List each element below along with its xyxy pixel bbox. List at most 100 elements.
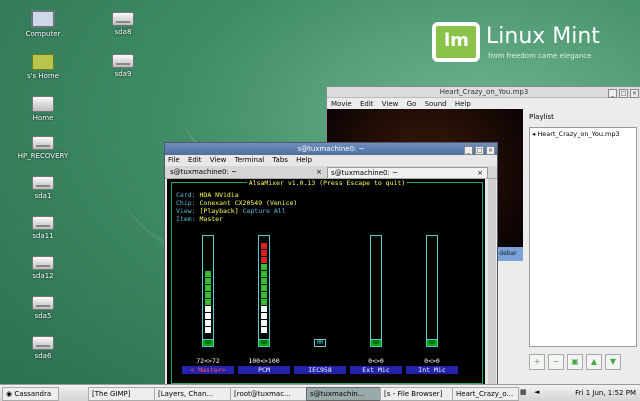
player-titlebar[interactable]: Heart_Crazy_on_You.mp3 _ □ ×	[327, 87, 640, 98]
taskbar-item-player[interactable]: Heart_Crazy_o...	[452, 387, 519, 401]
menu-edit[interactable]: Edit	[360, 100, 374, 108]
desktop-icon-sda8[interactable]: sda8	[88, 12, 158, 36]
drive-icon	[32, 136, 54, 150]
network-icon[interactable]: ▦	[520, 388, 527, 396]
menu-view[interactable]: View	[210, 156, 227, 164]
view-playback[interactable]: [Playback]	[200, 207, 239, 215]
volume-segment	[261, 250, 267, 256]
channel-name: IEC958	[294, 366, 346, 374]
desktop-icon-sda12[interactable]: sda12	[8, 256, 78, 280]
mute-indicator[interactable]: OO	[426, 339, 438, 347]
view-all[interactable]: All	[274, 207, 286, 215]
playlist-list[interactable]: ◂ Heart_Crazy_on_You.mp3	[529, 127, 637, 347]
start-label: Cassandra	[14, 390, 52, 398]
menu-view[interactable]: View	[382, 100, 399, 108]
volume-segment	[261, 271, 267, 277]
desktop-icon-label: s's Home	[26, 72, 60, 80]
volume-bar[interactable]	[370, 235, 382, 347]
save-icon[interactable]: ▣	[567, 354, 583, 370]
close-icon[interactable]: ×	[486, 146, 495, 155]
playlist-item[interactable]: ◂ Heart_Crazy_on_You.mp3	[530, 128, 636, 140]
menu-icon: ◉	[6, 390, 13, 398]
desktop-icon-label: sda1	[34, 192, 52, 200]
terminal-scrollbar[interactable]	[488, 179, 496, 385]
terminal-tab-active[interactable]: s@tuxmachine0: ~ ×	[327, 167, 488, 178]
mute-indicator[interactable]: OO	[258, 339, 270, 347]
terminal-tab[interactable]: s@tuxmachine0: ~ ×	[167, 167, 326, 177]
channel-name: Ext Mic	[350, 366, 402, 374]
terminal-window: s@tuxmachine0: ~ _ □ × File Edit View Term…	[164, 142, 498, 388]
desktop-icon-home-folder[interactable]: s's Home	[8, 54, 78, 80]
volume-bar[interactable]	[258, 235, 270, 347]
mute-indicator[interactable]: MM	[314, 339, 326, 347]
menu-go[interactable]: Go	[407, 100, 417, 108]
volume-icon[interactable]: ◄	[534, 388, 539, 396]
minimize-icon[interactable]: _	[608, 89, 617, 98]
menu-movie[interactable]: Movie	[331, 100, 352, 108]
taskbar-item-gimp[interactable]: [The GIMP]	[88, 387, 155, 401]
card-value: HDA NVidia	[199, 191, 239, 199]
menu-sound[interactable]: Sound	[425, 100, 447, 108]
menu-tabs[interactable]: Tabs	[272, 156, 288, 164]
menu-terminal[interactable]: Terminal	[235, 156, 265, 164]
desktop-icon-sda9[interactable]: sda9	[88, 54, 158, 78]
volume-segment	[205, 299, 211, 305]
minimize-icon[interactable]: _	[464, 146, 473, 155]
taskbar-item-terminal[interactable]: s@tuxmachin...	[306, 387, 381, 401]
start-menu-button[interactable]: ◉ Cassandra	[2, 387, 59, 401]
maximize-icon[interactable]: □	[475, 146, 484, 155]
mute-indicator[interactable]: OO	[202, 339, 214, 347]
close-icon[interactable]: ×	[477, 168, 483, 178]
desktop-icon-hp-recovery[interactable]: HP_RECOVERY	[8, 136, 78, 160]
desktop-icon-sda1[interactable]: sda1	[8, 176, 78, 200]
desktop-icon-sda6[interactable]: sda6	[8, 336, 78, 360]
chip-value: Conexant CX20549 (Venice)	[199, 199, 298, 207]
alsamixer-title-text: AlsaMixer v1.0.13 (Press Escape to quit)	[246, 179, 408, 187]
desktop-icon-label: sda11	[32, 232, 54, 240]
desktop-icon-sda5[interactable]: sda5	[8, 296, 78, 320]
channel-pcm[interactable]: OO 100<>100 PCM	[234, 235, 294, 383]
volume-segment	[261, 278, 267, 284]
volume-segment	[205, 306, 211, 312]
terminal-screen[interactable]: AlsaMixer v1.0.13 (Press Escape to quit)…	[167, 179, 485, 385]
terminal-menubar: File Edit View Terminal Tabs Help	[165, 155, 497, 166]
channel-int-mic[interactable]: OO 0<>0 Int Mic	[402, 235, 462, 383]
desktop-icon-sda11[interactable]: sda11	[8, 216, 78, 240]
down-icon[interactable]: ▼	[605, 354, 621, 370]
terminal-titlebar[interactable]: s@tuxmachine0: ~ _ □ ×	[165, 143, 497, 155]
menu-edit[interactable]: Edit	[188, 156, 202, 164]
channel-ext-mic[interactable]: OO 0<>0 Ext Mic	[346, 235, 406, 383]
clock[interactable]: Fri 1 Jun, 1:52 PM	[575, 387, 636, 399]
item-value: Master	[199, 215, 223, 223]
desktop-icon-label: sda5	[34, 312, 52, 320]
channel-iec958[interactable]: MM IEC958	[290, 235, 350, 383]
taskbar-item-root-terminal[interactable]: [root@tuxmac...	[230, 387, 307, 401]
volume-segment	[261, 285, 267, 291]
remove-icon[interactable]: −	[548, 354, 564, 370]
linux-mint-logo: lm Linux Mint from freedom came elegance	[432, 22, 622, 72]
volume-readout: 100<>100	[248, 357, 280, 365]
taskbar-item-layers[interactable]: [Layers, Chan...	[154, 387, 231, 401]
desktop-icon-home[interactable]: Home	[8, 96, 78, 122]
mute-indicator[interactable]: OO	[370, 339, 382, 347]
close-icon[interactable]: ×	[630, 89, 639, 98]
maximize-icon[interactable]: □	[619, 89, 628, 98]
close-icon[interactable]: ×	[316, 167, 322, 177]
volume-bar[interactable]	[202, 235, 214, 347]
view-capture[interactable]: Capture	[243, 207, 270, 215]
volume-segment	[261, 243, 267, 249]
menu-file[interactable]: File	[168, 156, 180, 164]
taskbar-item-file-browser[interactable]: [s - File Browser]	[380, 387, 453, 401]
volume-bar[interactable]	[426, 235, 438, 347]
up-icon[interactable]: ▲	[586, 354, 602, 370]
playlist-item-label: Heart_Crazy_on_You.mp3	[537, 130, 620, 138]
menu-help[interactable]: Help	[455, 100, 471, 108]
channel-master[interactable]: OO 72<>72 < Master>	[178, 235, 238, 383]
taskbar-item-label: Heart_Crazy_o...	[456, 390, 514, 398]
alsamixer: AlsaMixer v1.0.13 (Press Escape to quit)…	[171, 179, 483, 384]
drive-icon	[32, 96, 54, 112]
desktop-icon-computer[interactable]: Computer	[8, 10, 78, 38]
volume-segment	[261, 306, 267, 312]
add-icon[interactable]: +	[529, 354, 545, 370]
menu-help[interactable]: Help	[296, 156, 312, 164]
